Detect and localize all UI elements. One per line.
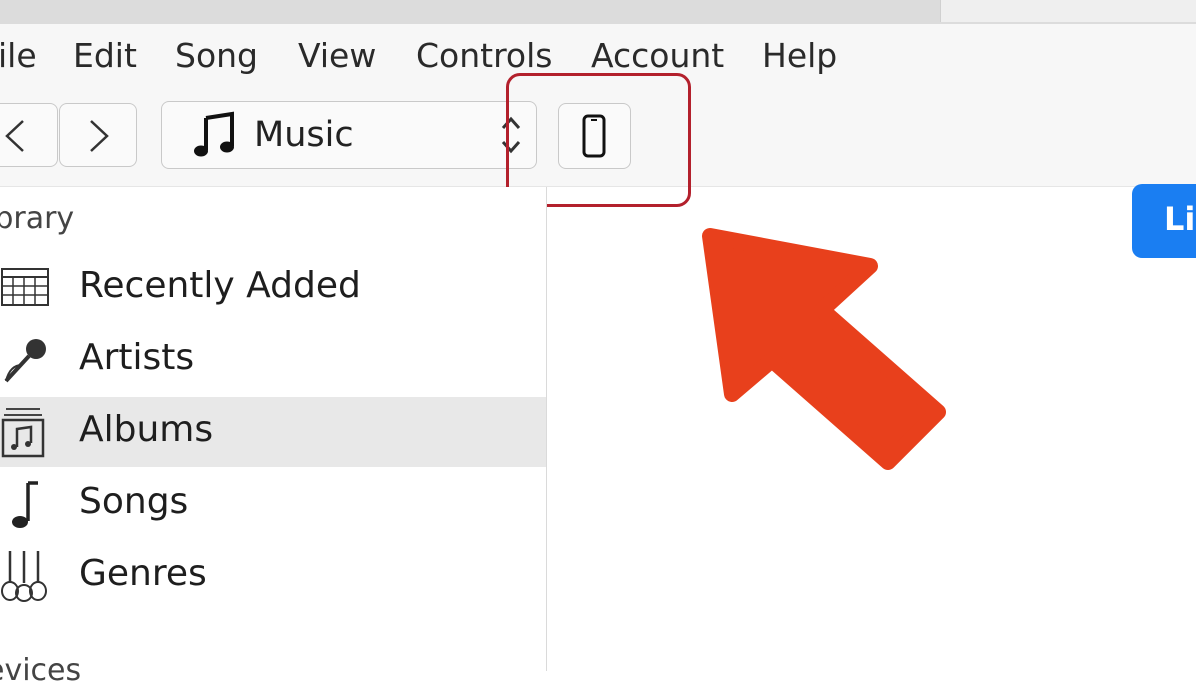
back-button[interactable] [0, 103, 58, 167]
chevron-right-icon [90, 120, 109, 152]
library-heading: ibrary [0, 201, 75, 236]
music-note-icon [12, 481, 38, 528]
forward-button[interactable] [59, 103, 137, 167]
iphone-icon [582, 114, 606, 158]
sidebar-item-recently-added[interactable]: Recently Added [0, 253, 546, 323]
sidebar-item-albums[interactable]: Albums [0, 397, 546, 467]
sidebar-item-genres[interactable]: Genres [0, 541, 546, 611]
updown-chevron-icon [501, 116, 521, 154]
menu-controls[interactable]: Controls [416, 36, 552, 75]
sidebar-item-label: Recently Added [79, 265, 361, 306]
titlebar-search-area [940, 0, 1196, 22]
library-button[interactable]: Li [1132, 184, 1196, 258]
window-titlebar [0, 0, 1196, 24]
guitars-icon [1, 551, 47, 602]
menu-edit[interactable]: Edit [73, 36, 137, 75]
grid-calendar-icon [1, 268, 49, 306]
sidebar-item-label: Songs [79, 481, 189, 522]
sidebar: ibrary Recently Added Artists [0, 187, 547, 688]
microphone-icon [4, 339, 46, 383]
music-note-icon [194, 111, 234, 157]
chevron-left-icon [5, 120, 24, 152]
media-kind-select[interactable]: Music [161, 101, 537, 169]
menu-file[interactable]: ile [0, 36, 37, 75]
sidebar-item-songs[interactable]: Songs [0, 469, 546, 539]
menu-view[interactable]: View [298, 36, 376, 75]
album-stack-icon [1, 408, 45, 458]
menu-account[interactable]: Account [591, 36, 724, 75]
menu-bar: ile Edit Song View Controls Account Help [0, 24, 1196, 86]
sidebar-item-artists[interactable]: Artists [0, 325, 546, 395]
toolbar: Music Li [0, 86, 1196, 258]
sidebar-item-label: Genres [79, 553, 207, 594]
menu-help[interactable]: Help [762, 36, 837, 75]
menu-song[interactable]: Song [175, 36, 258, 75]
media-kind-label: Music [254, 115, 354, 155]
sidebar-item-label: Artists [79, 337, 195, 378]
device-button[interactable] [558, 103, 631, 169]
sidebar-item-label: Albums [79, 409, 214, 450]
arrow-pointer-icon [702, 228, 946, 470]
